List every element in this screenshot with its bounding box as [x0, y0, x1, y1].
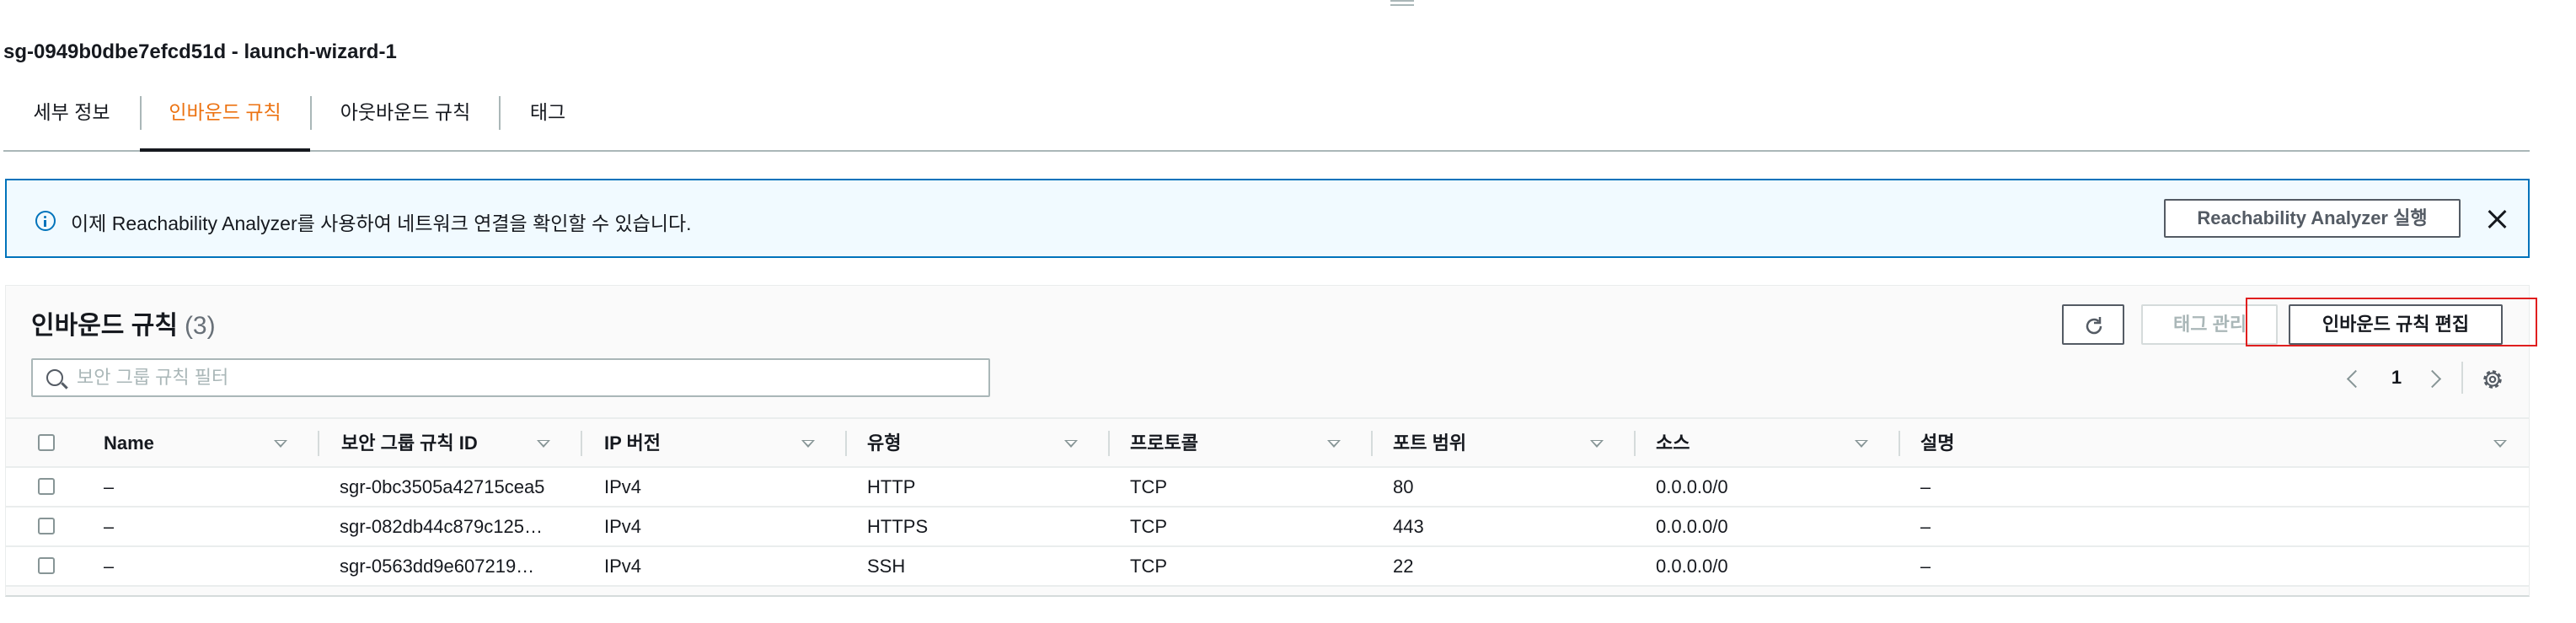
inbound-rules-panel: 인바운드 규칙(3) 태그 관리 인바운드 규칙 편집 1 Name 보안 그룹… — [5, 285, 2537, 597]
sort-icon[interactable] — [274, 440, 287, 448]
row-checkbox[interactable] — [38, 557, 55, 574]
cell-description: – — [1920, 516, 1931, 537]
cell-description: – — [1920, 476, 1931, 497]
cell-name: – — [104, 476, 115, 497]
chevron-right-icon[interactable] — [2426, 370, 2443, 387]
column-divider — [1634, 431, 1636, 456]
cell-protocol: TCP — [1130, 516, 1167, 537]
chevron-left-icon[interactable] — [2345, 370, 2362, 387]
cell-name: – — [104, 516, 115, 537]
sort-icon[interactable] — [537, 440, 550, 448]
close-icon[interactable] — [2484, 206, 2511, 233]
cell-description: – — [1920, 556, 1931, 577]
rule-count: (3) — [184, 312, 216, 340]
search-input[interactable] — [77, 365, 970, 390]
sort-icon[interactable] — [1855, 440, 1868, 448]
cell-protocol: TCP — [1130, 476, 1167, 497]
column-header-type[interactable]: 유형 — [867, 419, 901, 468]
cell-ip-version: IPv4 — [604, 556, 642, 577]
table-row[interactable]: – sgr-0563dd9e607219… IPv4 SSH TCP 22 0.… — [6, 547, 2529, 587]
row-checkbox[interactable] — [38, 518, 55, 534]
column-header-port-range[interactable]: 포트 범위 — [1393, 419, 1466, 468]
cell-name: – — [104, 556, 115, 577]
cell-type: SSH — [867, 556, 906, 577]
pager-divider — [2461, 362, 2463, 394]
select-all-checkbox[interactable] — [38, 434, 55, 451]
column-divider — [1108, 431, 1110, 456]
refresh-button[interactable] — [2062, 304, 2124, 345]
table-row[interactable]: – sgr-0bc3505a42715cea5 IPv4 HTTP TCP 80… — [6, 468, 2529, 508]
column-header-ip-version[interactable]: IP 버전 — [604, 419, 661, 468]
sort-icon[interactable] — [801, 440, 815, 448]
panel-heading: 인바운드 규칙 (3) — [31, 304, 216, 341]
sort-icon[interactable] — [1590, 440, 1604, 448]
tab-bar: 세부 정보 인바운드 규칙 아웃바운드 규칙 태그 — [3, 86, 2530, 152]
refresh-icon — [2086, 317, 2102, 335]
cell-ip-version: IPv4 — [604, 476, 642, 497]
cell-rule-id: sgr-082db44c879c125… — [340, 516, 543, 537]
column-header-name[interactable]: Name — [104, 419, 154, 468]
cell-source: 0.0.0.0/0 — [1656, 516, 1728, 537]
edit-inbound-rules-button[interactable]: 인바운드 규칙 편집 — [2289, 304, 2503, 345]
tab-inbound-rules[interactable]: 인바운드 규칙 — [140, 86, 310, 152]
page-number[interactable]: 1 — [2384, 367, 2409, 389]
cell-port-range: 80 — [1393, 476, 1414, 497]
tab-outbound-rules[interactable]: 아웃바운드 규칙 — [312, 86, 499, 152]
gear-icon[interactable] — [2480, 367, 2505, 392]
tab-tags[interactable]: 태그 — [501, 86, 595, 152]
column-header-description[interactable]: 설명 — [1920, 419, 1954, 468]
column-header-protocol[interactable]: 프로토콜 — [1130, 419, 1198, 468]
table-header: Name 보안 그룹 규칙 ID IP 버전 유형 프로토콜 포트 범위 소스 … — [6, 417, 2529, 468]
sort-icon[interactable] — [2493, 440, 2507, 448]
cell-source: 0.0.0.0/0 — [1656, 556, 1728, 577]
flash-message: 이제 Reachability Analyzer를 사용하여 네트워크 연결을 … — [71, 212, 692, 234]
column-divider — [845, 431, 847, 456]
cell-port-range: 443 — [1393, 516, 1424, 537]
tab-details[interactable]: 세부 정보 — [3, 86, 140, 152]
column-header-source[interactable]: 소스 — [1656, 419, 1690, 468]
column-divider — [1371, 431, 1373, 456]
cell-port-range: 22 — [1393, 556, 1414, 577]
run-reachability-analyzer-button[interactable]: Reachability Analyzer 실행 — [2164, 199, 2461, 238]
cell-source: 0.0.0.0/0 — [1656, 476, 1728, 497]
row-checkbox[interactable] — [38, 478, 55, 495]
panel-resize-handle[interactable] — [1390, 0, 1414, 7]
page-title: sg-0949b0dbe7efcd51d - launch-wizard-1 — [3, 40, 397, 63]
cell-rule-id: sgr-0563dd9e607219… — [340, 556, 535, 577]
cell-ip-version: IPv4 — [604, 516, 642, 537]
table-row[interactable]: – sgr-082db44c879c125… IPv4 HTTPS TCP 44… — [6, 508, 2529, 547]
rule-filter — [31, 358, 990, 397]
sort-icon[interactable] — [1327, 440, 1341, 448]
column-header-rule-id[interactable]: 보안 그룹 규칙 ID — [341, 419, 478, 468]
cell-type: HTTP — [867, 476, 916, 497]
manage-tags-button: 태그 관리 — [2141, 304, 2278, 345]
panel-title: 인바운드 규칙 — [31, 312, 178, 340]
info-flash-banner: 이제 Reachability Analyzer를 사용하여 네트워크 연결을 … — [5, 179, 2530, 258]
column-divider — [1899, 431, 1900, 456]
cell-type: HTTPS — [867, 516, 929, 537]
column-divider — [318, 431, 319, 456]
cell-rule-id: sgr-0bc3505a42715cea5 — [340, 476, 545, 497]
cell-protocol: TCP — [1130, 556, 1167, 577]
search-icon — [46, 369, 63, 386]
info-icon — [35, 211, 56, 231]
sort-icon[interactable] — [1064, 440, 1078, 448]
column-divider — [581, 431, 582, 456]
